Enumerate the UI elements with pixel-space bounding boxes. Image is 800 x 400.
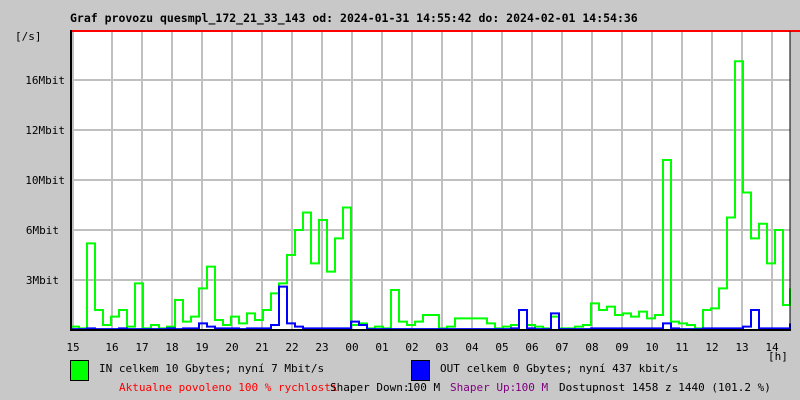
x-tick-label: 17: [135, 341, 148, 354]
x-tick-label: 16: [105, 341, 118, 354]
legend-in-text: IN celkem 10 Gbytes; nyní 7 Mbit/s: [99, 362, 325, 375]
x-tick-label: 08: [585, 341, 598, 354]
shaper-down-value: 100 M: [407, 381, 441, 394]
y-tick-label: 10Mbit: [25, 174, 65, 187]
x-tick-label: 12: [705, 341, 718, 354]
x-tick-label: 02: [405, 341, 418, 354]
y-tick-label: 6Mbit: [26, 224, 59, 237]
x-tick-label: 06: [525, 341, 538, 354]
x-tick-label: 18: [165, 341, 178, 354]
x-tick-label: 15: [66, 341, 79, 354]
shaper-up-value: 100 M: [515, 381, 549, 394]
x-tick-label: 11: [675, 341, 688, 354]
availability-text: Dostupnost 1458 z 1440 (101.2 %): [559, 381, 771, 394]
x-tick-label: 19: [195, 341, 208, 354]
x-tick-label: 07: [555, 341, 568, 354]
y-tick-label: 3Mbit: [26, 274, 59, 287]
x-tick-label: 13: [735, 341, 748, 354]
x-tick-label: 00: [345, 341, 358, 354]
y-tick-label: 12Mbit: [25, 124, 65, 137]
x-tick-label: 23: [315, 341, 328, 354]
legend-out-text: OUT celkem 0 Gbytes; nyní 437 kbit/s: [440, 362, 679, 375]
x-tick-label: 10: [645, 341, 658, 354]
allowed-speed-text: Aktualne povoleno 100 % rychlosti: [119, 381, 338, 394]
x-tick-label: 22: [285, 341, 298, 354]
shaper-up-label: Shaper Up:: [450, 381, 517, 394]
x-tick-label: 01: [375, 341, 388, 354]
x-tick-label: 05: [495, 341, 508, 354]
x-axis-unit: [h]: [768, 350, 788, 363]
legend-swatch-in: [70, 360, 89, 381]
shaper-down-label: Shaper Down:: [330, 381, 410, 394]
x-tick-label: 03: [435, 341, 448, 354]
x-tick-label: 04: [465, 341, 479, 354]
traffic-chart: 3Mbit 6Mbit 10Mbit 12Mbit 16Mbit 15 16 17 18 19 20…: [25, 30, 800, 354]
legend-swatch-out: [411, 360, 430, 381]
y-tick-label: 16Mbit: [25, 74, 65, 87]
x-tick-label: 09: [615, 341, 628, 354]
x-tick-label: 21: [255, 341, 268, 354]
x-tick-label: 20: [225, 341, 238, 354]
